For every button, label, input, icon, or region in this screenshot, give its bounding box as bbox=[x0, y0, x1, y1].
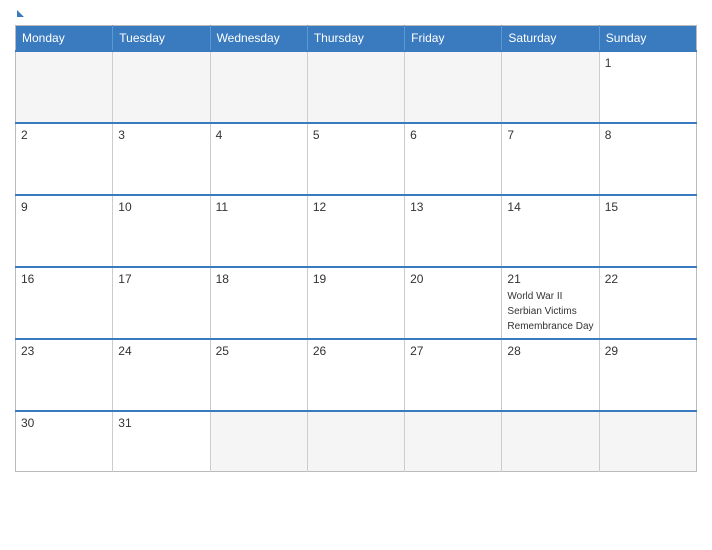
calendar-day-cell bbox=[210, 51, 307, 123]
calendar-day-cell: 25 bbox=[210, 339, 307, 411]
calendar-day-cell: 3 bbox=[113, 123, 210, 195]
calendar-day-header: Sunday bbox=[599, 26, 696, 52]
calendar-day-header: Thursday bbox=[307, 26, 404, 52]
calendar-day-cell: 4 bbox=[210, 123, 307, 195]
calendar-day-cell: 1 bbox=[599, 51, 696, 123]
calendar-day-cell bbox=[113, 51, 210, 123]
day-number: 8 bbox=[605, 128, 691, 142]
calendar-day-header: Wednesday bbox=[210, 26, 307, 52]
day-number: 13 bbox=[410, 200, 496, 214]
calendar-day-cell: 27 bbox=[405, 339, 502, 411]
day-number: 4 bbox=[216, 128, 302, 142]
calendar-day-cell: 24 bbox=[113, 339, 210, 411]
day-number: 18 bbox=[216, 272, 302, 286]
calendar-day-cell: 28 bbox=[502, 339, 599, 411]
calendar-day-cell: 12 bbox=[307, 195, 404, 267]
day-number: 2 bbox=[21, 128, 107, 142]
day-number: 3 bbox=[118, 128, 204, 142]
calendar-day-cell: 8 bbox=[599, 123, 696, 195]
calendar-day-cell: 9 bbox=[16, 195, 113, 267]
calendar-day-cell: 16 bbox=[16, 267, 113, 339]
calendar-week-row: 9 10 11 12 13 14 15 bbox=[16, 195, 697, 267]
calendar-day-cell: 22 bbox=[599, 267, 696, 339]
day-number: 12 bbox=[313, 200, 399, 214]
day-number: 19 bbox=[313, 272, 399, 286]
day-number: 28 bbox=[507, 344, 593, 358]
calendar-day-cell: 13 bbox=[405, 195, 502, 267]
calendar-day-cell: 10 bbox=[113, 195, 210, 267]
calendar-week-row: 30 31 bbox=[16, 411, 697, 471]
calendar-day-cell: 19 bbox=[307, 267, 404, 339]
calendar-day-cell: 30 bbox=[16, 411, 113, 471]
day-number: 11 bbox=[216, 200, 302, 214]
calendar-day-cell: 14 bbox=[502, 195, 599, 267]
event-label: World War II Serbian Victims Remembrance… bbox=[507, 291, 593, 332]
calendar-day-header: Tuesday bbox=[113, 26, 210, 52]
day-number: 31 bbox=[118, 416, 204, 430]
calendar-day-cell bbox=[405, 411, 502, 471]
calendar-day-cell: 2 bbox=[16, 123, 113, 195]
day-number: 10 bbox=[118, 200, 204, 214]
calendar-day-header: Monday bbox=[16, 26, 113, 52]
day-number: 1 bbox=[605, 56, 691, 70]
calendar-day-cell: 17 bbox=[113, 267, 210, 339]
calendar-week-row: 23 24 25 26 27 28 29 bbox=[16, 339, 697, 411]
day-number: 17 bbox=[118, 272, 204, 286]
calendar-day-cell bbox=[16, 51, 113, 123]
calendar-day-header: Saturday bbox=[502, 26, 599, 52]
page: MondayTuesdayWednesdayThursdayFridaySatu… bbox=[0, 0, 712, 550]
day-number: 6 bbox=[410, 128, 496, 142]
day-number: 25 bbox=[216, 344, 302, 358]
calendar-day-cell: 11 bbox=[210, 195, 307, 267]
calendar-day-cell bbox=[405, 51, 502, 123]
calendar-day-cell bbox=[599, 411, 696, 471]
calendar-day-cell: 15 bbox=[599, 195, 696, 267]
calendar-day-cell: 29 bbox=[599, 339, 696, 411]
day-number: 14 bbox=[507, 200, 593, 214]
calendar-day-cell: 23 bbox=[16, 339, 113, 411]
day-number: 20 bbox=[410, 272, 496, 286]
calendar-day-cell: 21 World War II Serbian Victims Remembran… bbox=[502, 267, 599, 339]
day-number: 9 bbox=[21, 200, 107, 214]
calendar-day-header: Friday bbox=[405, 26, 502, 52]
day-number: 15 bbox=[605, 200, 691, 214]
logo bbox=[15, 10, 24, 17]
calendar-day-cell: 7 bbox=[502, 123, 599, 195]
logo-blue-text bbox=[15, 10, 24, 17]
calendar-week-row: 16 17 18 19 20 21 World War II Serbian Victims… bbox=[16, 267, 697, 339]
logo-triangle-icon bbox=[17, 10, 24, 17]
calendar-day-cell bbox=[307, 51, 404, 123]
day-number: 27 bbox=[410, 344, 496, 358]
day-number: 26 bbox=[313, 344, 399, 358]
calendar-day-cell: 6 bbox=[405, 123, 502, 195]
calendar-day-cell bbox=[502, 51, 599, 123]
calendar-day-cell: 18 bbox=[210, 267, 307, 339]
day-number: 5 bbox=[313, 128, 399, 142]
day-number: 7 bbox=[507, 128, 593, 142]
calendar-week-row: 1 bbox=[16, 51, 697, 123]
calendar-week-row: 2345678 bbox=[16, 123, 697, 195]
calendar-day-cell bbox=[307, 411, 404, 471]
calendar-day-cell: 31 bbox=[113, 411, 210, 471]
calendar-day-cell: 5 bbox=[307, 123, 404, 195]
day-number: 16 bbox=[21, 272, 107, 286]
header bbox=[15, 10, 697, 17]
day-number: 24 bbox=[118, 344, 204, 358]
calendar-day-cell bbox=[502, 411, 599, 471]
calendar-header-row: MondayTuesdayWednesdayThursdayFridaySatu… bbox=[16, 26, 697, 52]
day-number: 22 bbox=[605, 272, 691, 286]
day-number: 21 bbox=[507, 272, 593, 286]
calendar-day-cell: 20 bbox=[405, 267, 502, 339]
day-number: 29 bbox=[605, 344, 691, 358]
calendar-day-cell: 26 bbox=[307, 339, 404, 411]
calendar-day-cell bbox=[210, 411, 307, 471]
day-number: 23 bbox=[21, 344, 107, 358]
day-number: 30 bbox=[21, 416, 107, 430]
calendar-table: MondayTuesdayWednesdayThursdayFridaySatu… bbox=[15, 25, 697, 472]
